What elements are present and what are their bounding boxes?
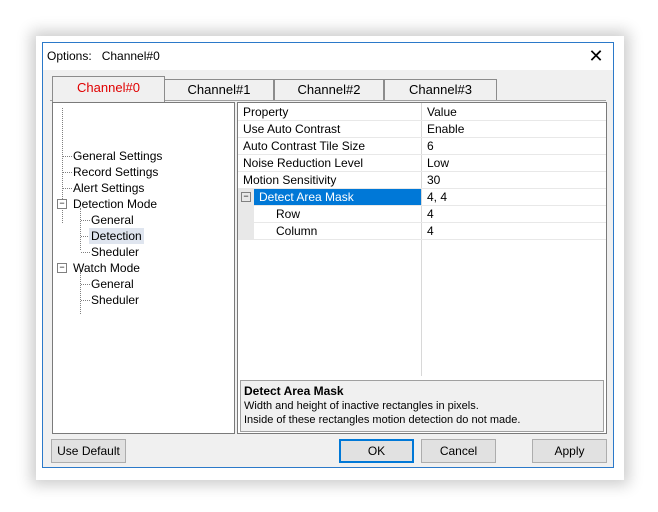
tree-item-detection-mode[interactable]: Detection Mode <box>73 196 157 212</box>
tree-connector <box>63 172 72 173</box>
grid-row[interactable]: Noise Reduction Level Low <box>238 155 606 172</box>
property-name: Auto Contrast Tile Size <box>243 139 366 153</box>
tree-connector <box>81 300 90 301</box>
ok-button[interactable]: OK <box>339 439 414 463</box>
tree-item-watch-mode[interactable]: Watch Mode <box>73 260 140 276</box>
cancel-button[interactable]: Cancel <box>421 439 496 463</box>
tree-connector <box>81 220 90 221</box>
grid-header: Property Value <box>238 104 606 121</box>
property-name: Motion Sensitivity <box>243 173 337 187</box>
property-name: Row <box>276 207 301 221</box>
property-name: Noise Reduction Level <box>243 156 364 170</box>
tree-connector <box>81 252 90 253</box>
property-name: Detect Area Mask <box>259 190 354 204</box>
tree-item-alert-settings[interactable]: Alert Settings <box>73 180 144 196</box>
property-value[interactable]: 30 <box>427 172 440 188</box>
grid-row[interactable]: Auto Contrast Tile Size 6 <box>238 138 606 155</box>
row-gutter <box>238 206 254 223</box>
options-dialog: Options: Channel#0 ✕ Channel#1 Channel#2… <box>42 42 614 468</box>
tab-channel-0[interactable]: Channel#0 <box>52 76 165 102</box>
property-column-header: Property <box>243 105 289 119</box>
settings-tree[interactable]: General Settings Record Settings Alert S… <box>52 102 235 434</box>
collapse-icon[interactable]: − <box>241 192 251 202</box>
tree-item-general-settings[interactable]: General Settings <box>73 148 162 164</box>
tree-item-detection-general[interactable]: General <box>91 212 134 228</box>
tree-item-watch-general[interactable]: General <box>91 276 134 292</box>
collapse-icon[interactable]: − <box>57 199 67 209</box>
tree-connector <box>81 284 90 285</box>
tab-channel-2[interactable]: Channel#2 <box>274 79 384 100</box>
tree-connector <box>63 156 72 157</box>
property-name: Use Auto Contrast <box>243 122 341 136</box>
property-value[interactable]: 6 <box>427 138 434 154</box>
property-value[interactable]: 4, 4 <box>427 189 447 205</box>
tree-item-detection[interactable]: Detection <box>89 228 144 244</box>
property-value[interactable]: 4 <box>427 206 434 222</box>
value-column-header: Value <box>427 105 457 119</box>
tree-item-record-settings[interactable]: Record Settings <box>73 164 158 180</box>
grid-row[interactable]: Motion Sensitivity 30 <box>238 172 606 189</box>
property-value[interactable]: Low <box>427 155 449 171</box>
description-title: Detect Area Mask <box>244 384 344 398</box>
description-line-2: Inside of these rectangles motion detect… <box>244 414 521 426</box>
apply-button[interactable]: Apply <box>532 439 607 463</box>
grid-row[interactable]: Column 4 <box>238 223 606 240</box>
tree-item-detection-sheduler[interactable]: Sheduler <box>91 244 139 260</box>
property-value[interactable]: 4 <box>427 223 434 239</box>
grid-row-selected[interactable]: − Detect Area Mask 4, 4 <box>238 189 606 206</box>
tab-channel-1[interactable]: Channel#1 <box>164 79 274 100</box>
tree-item-watch-sheduler[interactable]: Sheduler <box>91 292 139 308</box>
description-panel: Detect Area Mask Width and height of ina… <box>240 380 604 432</box>
close-icon[interactable]: ✕ <box>585 45 607 67</box>
property-name: Column <box>276 224 318 238</box>
property-grid[interactable]: Property Value Use Auto Contrast Enable … <box>237 102 607 434</box>
grid-row[interactable]: Use Auto Contrast Enable <box>238 121 606 138</box>
tree-connector <box>63 188 72 189</box>
use-default-button[interactable]: Use Default <box>51 439 126 463</box>
collapse-icon[interactable]: − <box>57 263 67 273</box>
grid-row[interactable]: Row 4 <box>238 206 606 223</box>
title-bar[interactable]: Options: Channel#0 ✕ <box>43 43 613 70</box>
tab-channel-3[interactable]: Channel#3 <box>384 79 497 100</box>
window-title: Options: Channel#0 <box>47 49 160 63</box>
row-gutter <box>238 223 254 240</box>
tree-connector <box>80 208 81 250</box>
tree-connector <box>80 272 81 314</box>
property-value[interactable]: Enable <box>427 121 464 137</box>
description-line-1: Width and height of inactive rectangles … <box>244 400 479 412</box>
